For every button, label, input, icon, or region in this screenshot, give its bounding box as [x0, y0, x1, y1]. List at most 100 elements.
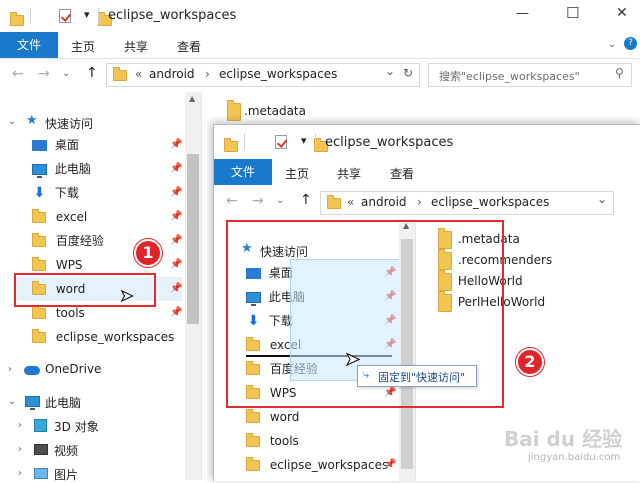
address-overflow[interactable]: «	[135, 67, 142, 81]
quick-access-toolbar-dropdown[interactable]: ▾	[301, 134, 307, 147]
maximize-button[interactable]: ☐	[566, 4, 579, 22]
ribbon-expand-icon[interactable]: ⌄	[608, 39, 616, 50]
search-input[interactable]: 搜索"eclipse_workspaces" ⚲	[428, 63, 632, 87]
sidebar-item-eclipse-workspaces[interactable]: eclipse_workspaces 📌	[246, 453, 396, 477]
sidebar-item-eclipse-workspaces[interactable]: eclipse_workspaces	[32, 325, 182, 349]
refresh-icon[interactable]: ↻	[403, 66, 413, 80]
expand-chevron-icon[interactable]: ›	[18, 420, 22, 431]
minimize-button[interactable]: —	[516, 6, 529, 21]
back-arrow-icon[interactable]: ←	[226, 193, 238, 209]
address-dropdown-icon[interactable]: ⌄	[385, 64, 395, 78]
baidu-watermark: Bai du 经验	[504, 427, 623, 451]
tab-share[interactable]: 共享	[337, 165, 361, 182]
tab-file[interactable]: 文件	[0, 32, 58, 58]
tab-view[interactable]: 查看	[390, 165, 414, 182]
breadcrumb-eclipse-workspaces[interactable]: eclipse_workspaces	[219, 67, 337, 81]
sidebar-pictures[interactable]: 图片	[54, 466, 78, 483]
desktop-icon	[32, 140, 47, 151]
folder-icon	[10, 12, 24, 26]
quick-access-star-icon: ★	[26, 113, 38, 128]
up-arrow-icon[interactable]: ↑	[300, 192, 312, 208]
sidebar-item-tools[interactable]: tools	[246, 429, 396, 453]
expand-chevron-icon[interactable]: ›	[18, 444, 22, 455]
sidebar-item-this-pc[interactable]: 此电脑 📌	[32, 157, 182, 181]
sidebar-item-downloads[interactable]: ⬇ 下载 📌	[32, 181, 183, 205]
title-bar: ▾ eclipse_workspaces — ☐ ✕	[0, 0, 640, 32]
computer-icon	[25, 396, 40, 410]
sidebar-onedrive[interactable]: OneDrive	[45, 362, 101, 376]
sidebar-item-word[interactable]: word	[246, 405, 396, 429]
scrollbar-thumb[interactable]	[187, 154, 199, 324]
quick-access-toolbar-dropdown[interactable]: ▾	[84, 8, 90, 21]
ribbon-bar: 文件 主页 共享 查看 ⌄ ?	[0, 32, 640, 59]
folder-icon	[32, 329, 46, 343]
folder-icon	[246, 409, 260, 423]
pin-icon: 📌	[170, 283, 183, 294]
pin-icon: 📌	[170, 211, 183, 222]
sidebar-3d-objects[interactable]: 3D 对象	[54, 418, 99, 435]
folder-icon	[32, 209, 46, 223]
close-button[interactable]: ✕	[616, 5, 628, 21]
folder-icon	[246, 457, 260, 471]
address-overflow[interactable]: «	[347, 195, 354, 209]
sidebar-videos[interactable]: 视频	[54, 442, 78, 459]
download-icon: ⬇	[33, 185, 46, 201]
folder-icon	[113, 67, 127, 81]
folder-icon	[32, 233, 46, 247]
address-bar[interactable]: « android › eclipse_workspaces ⌄ ↻	[106, 63, 420, 87]
help-icon[interactable]: ?	[624, 37, 637, 50]
expand-chevron-icon[interactable]: ⌄	[8, 116, 16, 127]
tab-view[interactable]: 查看	[177, 38, 201, 55]
front-explorer-window: ▾ eclipse_workspaces 文件 主页 共享 查看 ← → ⌄ ↑…	[213, 124, 640, 481]
window-title: eclipse_workspaces	[108, 8, 237, 23]
properties-icon[interactable]	[274, 135, 287, 149]
navigation-bar: ← → ⌄ ↑ « android › eclipse_workspaces ⌄…	[0, 58, 640, 92]
breadcrumb-android[interactable]: android	[149, 67, 195, 81]
breadcrumb-separator[interactable]: ›	[205, 67, 210, 81]
scroll-up-icon[interactable]: ▲	[189, 94, 195, 103]
breadcrumb-eclipse-workspaces[interactable]: eclipse_workspaces	[431, 195, 549, 209]
pin-icon: 📌	[170, 187, 183, 198]
up-arrow-icon[interactable]: ↑	[86, 65, 98, 81]
sidebar-scrollbar[interactable]: ▲	[185, 92, 201, 480]
address-dropdown-icon[interactable]: ⌄	[597, 192, 607, 206]
tab-share[interactable]: 共享	[124, 38, 148, 55]
sidebar-item-excel[interactable]: excel 📌	[32, 205, 182, 229]
recent-locations-icon[interactable]: ⌄	[276, 195, 284, 206]
properties-icon[interactable]	[58, 9, 71, 23]
sidebar-this-pc[interactable]: 此电脑	[45, 394, 81, 411]
pin-icon: 📌	[170, 163, 183, 174]
computer-icon	[32, 164, 47, 178]
title-bar: ▾ eclipse_workspaces	[214, 125, 640, 157]
breadcrumb-android[interactable]: android	[361, 195, 407, 209]
tab-home[interactable]: 主页	[285, 165, 309, 182]
pictures-icon	[34, 468, 48, 479]
forward-arrow-icon[interactable]: →	[252, 193, 264, 209]
file-item-metadata[interactable]: .metadata	[244, 104, 306, 118]
window-title: eclipse_workspaces	[325, 135, 454, 150]
forward-arrow-icon[interactable]: →	[38, 66, 50, 82]
pin-icon: 📌	[170, 139, 183, 150]
pin-icon: 📌	[170, 259, 183, 270]
folder-icon	[246, 433, 260, 447]
sidebar-quick-access[interactable]: 快速访问	[45, 115, 93, 132]
search-icon: ⚲	[615, 66, 624, 80]
expand-chevron-icon[interactable]: ›	[18, 468, 22, 479]
highlight-box-sidebar	[226, 220, 504, 408]
ribbon-bar: 文件 主页 共享 查看	[214, 159, 640, 185]
tab-home[interactable]: 主页	[71, 38, 95, 55]
baidu-watermark-url: jingyan.baidu.com	[528, 452, 621, 463]
sidebar-item-desktop[interactable]: 桌面 📌	[32, 133, 182, 157]
folder-icon	[32, 305, 46, 319]
folder-icon	[32, 257, 46, 271]
recent-locations-icon[interactable]: ⌄	[62, 68, 70, 79]
address-bar[interactable]: « android › eclipse_workspaces ⌄	[320, 191, 614, 215]
pin-icon: 📌	[384, 459, 397, 470]
breadcrumb-separator[interactable]: ›	[417, 195, 422, 209]
folder-icon	[224, 138, 238, 152]
collapse-chevron-icon[interactable]: ⌄	[8, 396, 16, 407]
pin-icon: 📌	[170, 235, 183, 246]
back-arrow-icon[interactable]: ←	[12, 66, 24, 82]
expand-chevron-icon[interactable]: ›	[8, 364, 12, 375]
tab-file[interactable]: 文件	[214, 159, 272, 185]
